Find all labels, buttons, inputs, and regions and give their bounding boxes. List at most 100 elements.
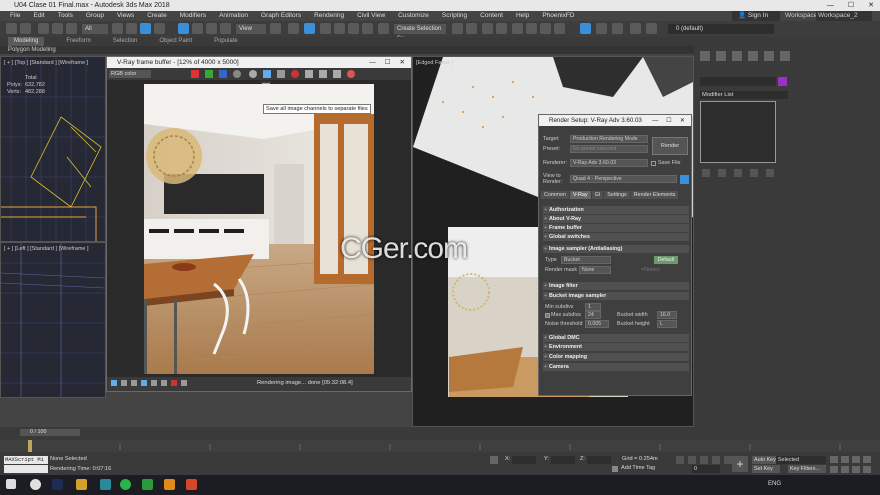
orbit-icon[interactable]	[852, 466, 860, 473]
vfb-status-icon-5[interactable]	[151, 380, 157, 386]
maxscript-listener[interactable]: MAXScript Mi	[4, 456, 48, 464]
photoshop-icon[interactable]	[52, 479, 63, 490]
menu-edit[interactable]: Edit	[33, 11, 44, 21]
vfb-status-icon-8[interactable]	[181, 380, 187, 386]
menu-help[interactable]: Help	[516, 11, 529, 21]
layer-dropdown[interactable]: 0 (default)	[668, 24, 774, 34]
toggle-layer-explorer-icon[interactable]	[496, 23, 507, 34]
rs-maximize-button[interactable]: ☐	[666, 115, 672, 126]
default-badge[interactable]: Default	[654, 256, 678, 264]
key-mode-dropdown[interactable]: Selected	[776, 456, 826, 464]
viewport-left[interactable]: [ + ] [Left ] [Standard ] [Wireframe ]	[0, 242, 106, 398]
menu-modifiers[interactable]: Modifiers	[180, 11, 206, 21]
y-coord-field[interactable]	[551, 456, 575, 464]
goto-start-icon[interactable]	[676, 456, 684, 464]
field-of-view-icon[interactable]	[830, 466, 838, 473]
rs-close-button[interactable]: ✕	[680, 115, 685, 126]
3dsmax-taskbar-icon[interactable]	[100, 479, 111, 490]
sign-in-button[interactable]: 👤 Sign In	[732, 11, 780, 21]
select-object-icon[interactable]	[112, 23, 123, 34]
region-render-icon[interactable]	[305, 70, 313, 78]
viewport-top[interactable]: [ + ] [Top ] [Standard ] [Wireframe ] To…	[0, 56, 106, 242]
alpha-channel-icon[interactable]	[233, 70, 241, 78]
chrome-icon[interactable]	[30, 479, 41, 490]
render-setup-icon[interactable]	[580, 23, 591, 34]
render-icon[interactable]	[347, 70, 355, 78]
tab-common[interactable]: Common	[541, 191, 569, 199]
undo-icon[interactable]	[6, 23, 17, 34]
play-icon[interactable]	[700, 456, 708, 464]
object-name-field[interactable]	[700, 77, 776, 86]
red-channel-icon[interactable]	[191, 70, 199, 78]
rollout-global-switches[interactable]: Global switches	[543, 233, 689, 241]
camtasia-icon[interactable]	[142, 479, 153, 490]
language-indicator[interactable]: ENG	[768, 481, 781, 487]
select-and-rotate-icon[interactable]	[192, 23, 203, 34]
tab-gi[interactable]: GI	[591, 191, 604, 199]
max-subdivs-checkbox[interactable]	[545, 313, 550, 318]
close-button[interactable]: ✕	[868, 0, 874, 11]
menu-phoenixfd[interactable]: PhoenixFD	[542, 11, 574, 21]
link-icon[interactable]	[38, 23, 49, 34]
pan-icon[interactable]	[841, 466, 849, 473]
menu-file[interactable]: File	[10, 11, 20, 21]
vfb-close-button[interactable]: ✕	[400, 57, 405, 68]
menu-views[interactable]: Views	[117, 11, 134, 21]
make-unique-icon[interactable]	[734, 169, 742, 177]
ribbon-tab-object-paint[interactable]: Object Paint	[159, 37, 192, 46]
load-image-icon[interactable]	[277, 70, 285, 78]
track-mouse-icon[interactable]	[319, 70, 327, 78]
rollout-frame-buffer[interactable]: Frame buffer	[543, 224, 689, 232]
snaps-toggle-icon[interactable]	[320, 23, 331, 34]
vray-vfb-icon[interactable]	[646, 23, 657, 34]
modifier-list-dropdown[interactable]: Modifier List	[700, 91, 788, 99]
pivot-center-icon[interactable]	[270, 23, 281, 34]
vfb-channel-dropdown[interactable]: RGB color	[109, 70, 151, 78]
time-tag-icon[interactable]	[612, 466, 618, 472]
next-frame-icon[interactable]	[712, 456, 720, 464]
stop-render-icon[interactable]	[291, 70, 299, 78]
clear-image-icon[interactable]	[333, 70, 341, 78]
vfb-status-icon-3[interactable]	[131, 380, 137, 386]
rs-minimize-button[interactable]: —	[652, 115, 658, 126]
tab-vray[interactable]: V-Ray	[569, 191, 591, 199]
set-key-plus-icon[interactable]: +	[732, 456, 748, 472]
rollout-camera[interactable]: Camera	[543, 363, 689, 371]
tab-settings[interactable]: Settings	[604, 191, 630, 199]
selection-filter-dropdown[interactable]: All	[82, 24, 108, 34]
rollout-image-filter[interactable]: Image filter	[543, 282, 689, 290]
vfb-status-icon-1[interactable]	[111, 380, 117, 386]
viewport-left-label[interactable]: [ + ] [Left ] [Standard ] [Wireframe ]	[4, 246, 89, 252]
z-coord-field[interactable]	[587, 456, 611, 464]
menu-tools[interactable]: Tools	[58, 11, 73, 21]
vfb-status-icon-6[interactable]	[161, 380, 167, 386]
windows-start-icon[interactable]	[6, 479, 16, 489]
menu-create[interactable]: Create	[147, 11, 167, 21]
ribbon-tab-populate[interactable]: Populate	[214, 37, 238, 46]
menu-animation[interactable]: Animation	[219, 11, 248, 21]
x-coord-field[interactable]	[512, 456, 536, 464]
target-dropdown[interactable]: Production Rendering Mode	[570, 135, 648, 143]
prev-frame-icon[interactable]	[688, 456, 696, 464]
menu-scripting[interactable]: Scripting	[442, 11, 467, 21]
bucket-width-field[interactable]: 16.0	[657, 311, 677, 319]
rollout-environment[interactable]: Environment	[543, 343, 689, 351]
utilities-tab-icon[interactable]	[780, 51, 790, 61]
rectangular-selection-icon[interactable]	[140, 23, 151, 34]
ribbon-tab-selection[interactable]: Selection	[113, 37, 138, 46]
render-mask-dropdown[interactable]: None	[579, 266, 611, 274]
select-and-place-icon[interactable]	[220, 23, 231, 34]
material-editor-icon[interactable]	[554, 23, 565, 34]
rollout-image-sampler[interactable]: Image sampler (Antialiasing)	[543, 245, 689, 253]
toggle-scene-explorer-icon[interactable]	[482, 23, 493, 34]
create-tab-icon[interactable]	[700, 51, 710, 61]
noise-threshold-field[interactable]: 0.005	[585, 320, 609, 328]
minimize-button[interactable]: —	[827, 0, 834, 11]
select-by-name-icon[interactable]	[126, 23, 137, 34]
vfb-status-icon-4[interactable]	[141, 380, 147, 386]
named-selection-set-dropdown[interactable]: Create Selection Se	[394, 24, 446, 42]
curve-editor-icon[interactable]	[526, 23, 537, 34]
menu-graph-editors[interactable]: Graph Editors	[261, 11, 301, 21]
goto-end-icon[interactable]	[724, 456, 732, 464]
time-slider[interactable]: 0 / 100	[20, 429, 80, 436]
